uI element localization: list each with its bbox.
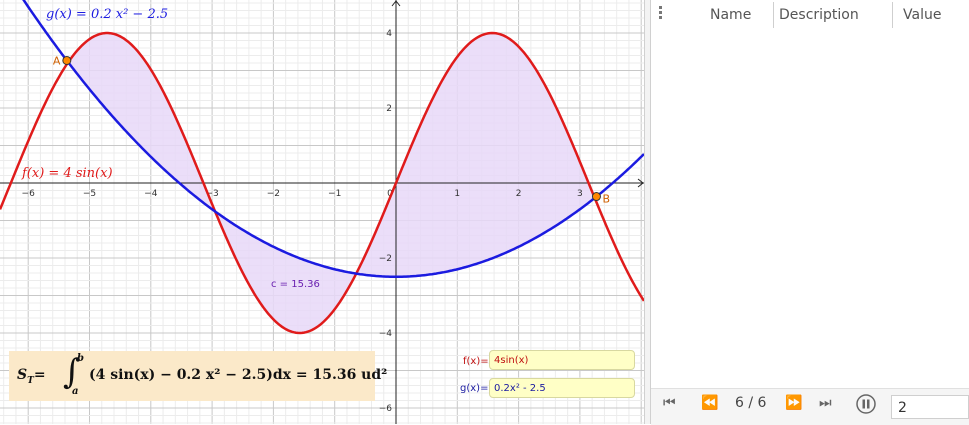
pause-button[interactable] [855, 393, 877, 419]
y-tick-label: 2 [386, 104, 392, 114]
column-name-header[interactable]: Name [710, 0, 751, 30]
f-function-label[interactable]: f(x) = 4 sin(x) [21, 166, 113, 181]
x-tick-label: −5 [83, 189, 96, 199]
column-separator [773, 2, 774, 28]
g-input-label: g(x)= [460, 383, 489, 394]
pause-icon [856, 394, 876, 414]
x-tick-label: 3 [577, 189, 583, 199]
column-separator [892, 2, 893, 28]
point-a-label: A [53, 54, 61, 67]
integral-equation-box[interactable]: ST= ∫ b a (4 sin(x) − 0.2 x² − 2.5)dx = … [9, 351, 387, 401]
x-tick-label: 2 [516, 189, 522, 199]
area-value-label[interactable]: c = 15.36 [271, 279, 320, 290]
step-counter: 6 / 6 [735, 395, 767, 411]
point-a[interactable] [62, 55, 72, 65]
equation-lhs: ST= [17, 367, 46, 386]
x-tick-label: −6 [22, 189, 36, 199]
algebra-table-panel: Name Description Value [651, 0, 969, 424]
x-tick-label: 1 [454, 189, 460, 199]
drag-handle-icon[interactable] [659, 6, 663, 24]
point-b[interactable] [591, 192, 601, 202]
lower-limit: a [72, 386, 79, 397]
point-b-label: B [602, 193, 610, 206]
x-tick-label: −2 [267, 189, 280, 199]
y-tick-label: −6 [379, 404, 393, 414]
x-tick-label: −1 [328, 189, 341, 199]
g-input-field[interactable]: 0.2x² - 2.5 [489, 378, 635, 398]
f-input-label: f(x)= [463, 356, 489, 367]
x-tick-label: −4 [144, 189, 158, 199]
g-function-label[interactable]: g(x) = 0.2 x² − 2.5 [46, 7, 168, 22]
y-tick-label: −2 [379, 254, 392, 264]
playback-bar: ⏮ ⏪ 6 / 6 ⏩ ⏭ 2 [651, 388, 969, 425]
upper-limit: b [77, 353, 84, 364]
y-tick-label: 4 [386, 29, 392, 39]
integrand: (4 sin(x) − 0.2 x² − 2.5)dx = 15.36 ud² [89, 367, 388, 383]
graphics-view[interactable]: −6 −5 −4 −3 −2 −1 0 1 2 3 4 2 −2 −4 −6 A Bg(x) = 0.2 x² … [0, 0, 644, 424]
animation-speed-input[interactable]: 2 [891, 395, 969, 419]
next-step-icon[interactable]: ⏩ [785, 395, 802, 411]
last-step-icon[interactable]: ⏭ [819, 395, 832, 411]
previous-step-icon[interactable]: ⏪ [701, 395, 718, 411]
column-value-header[interactable]: Value [903, 0, 941, 30]
column-description-header[interactable]: Description [779, 0, 859, 30]
y-tick-label: −4 [379, 329, 393, 339]
view-divider[interactable] [644, 0, 651, 424]
f-input-field[interactable]: 4sin(x) [489, 350, 635, 370]
first-step-icon[interactable]: ⏮ [663, 395, 676, 411]
